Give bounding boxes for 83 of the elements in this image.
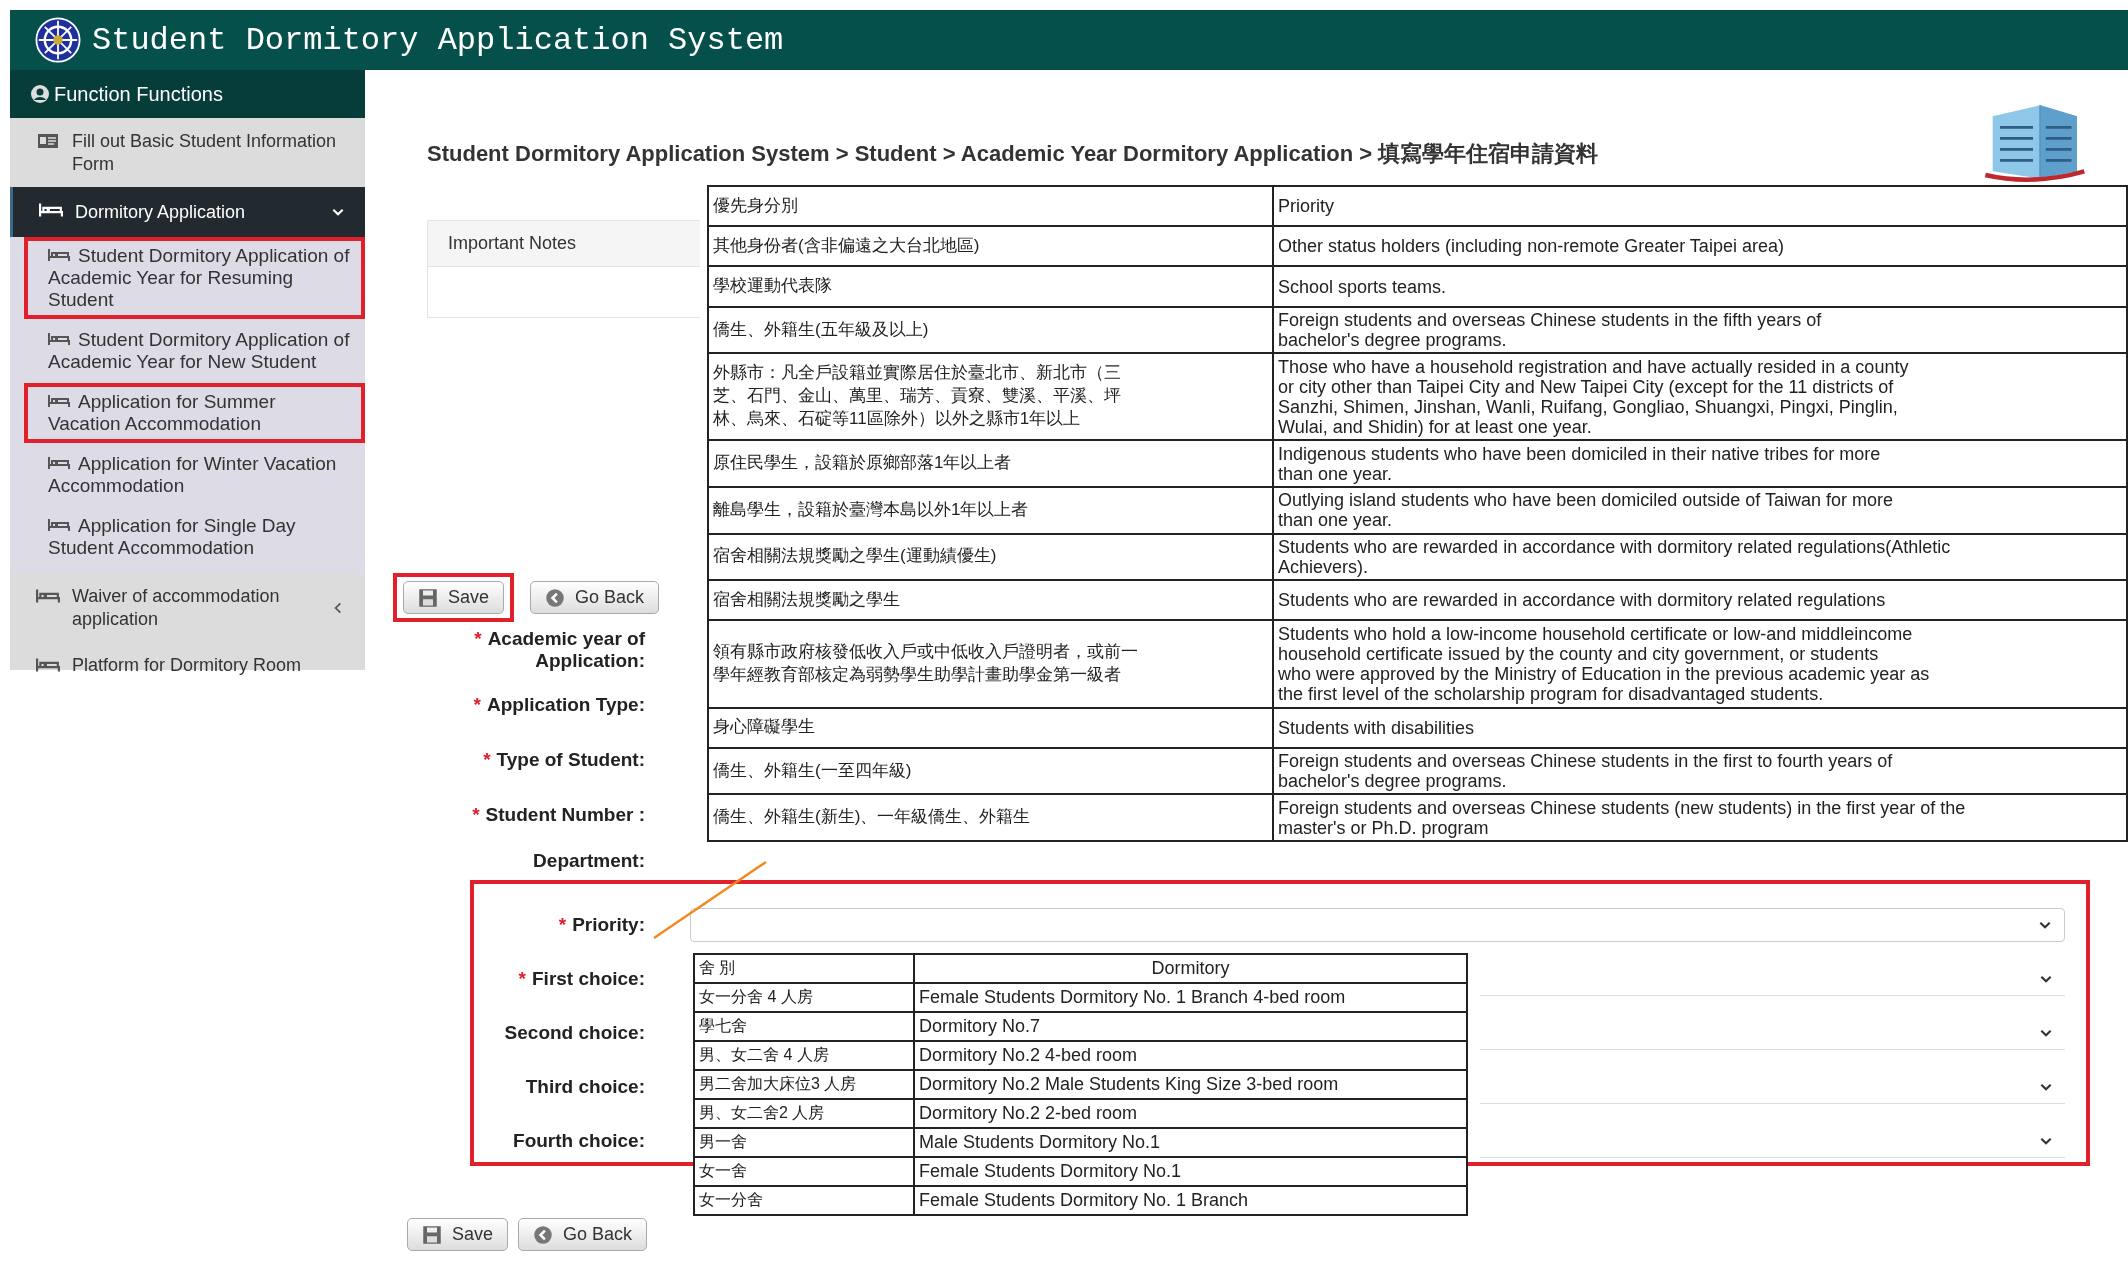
bed-icon xyxy=(48,456,70,470)
table-cell: Students with disabilities xyxy=(1273,707,2127,748)
id-card-icon xyxy=(36,133,60,149)
save-button[interactable]: Save xyxy=(403,581,505,614)
table-cell: 宿舍相關法規獎勵之學生(運動績優生) xyxy=(708,533,1273,581)
dropdown-field[interactable] xyxy=(690,908,2065,942)
table-cell: 男、女二舍2 人房 xyxy=(694,1099,914,1128)
table-cell: 原住民學生，設籍於原鄉部落1年以上者 xyxy=(708,440,1273,487)
table-cell: 女一舍 xyxy=(694,1157,914,1186)
sidebar-heading-text: Function Functions xyxy=(54,82,223,106)
table-cell: 男二舍加大床位3 人房 xyxy=(694,1070,914,1099)
table-cell: Dormitory No.7 xyxy=(914,1012,1467,1041)
table-cell: Foreign students and overseas Chinese students in the first to fourth years of bachelor's degree programs. xyxy=(1273,747,2127,795)
table-cell: Outlying island students who have been domiciled outside of Taiwan for more than one year. xyxy=(1273,487,2127,534)
table-cell: 其他身份者(含非偏遠之大台北地區) xyxy=(708,226,1273,267)
table-cell: Foreign students and overseas Chinese students in the fifth years of bachelor's degree programs. xyxy=(1273,306,2127,354)
notes-title: Important Notes xyxy=(428,221,700,267)
table-cell: Indigenous students who have been domiciled in their native tribes for more than one year. xyxy=(1273,440,2127,487)
field-label: * Type of Student: xyxy=(483,748,645,771)
bed-icon xyxy=(48,394,70,408)
table-cell: 男、女二舍 4 人房 xyxy=(694,1041,914,1070)
go-back-button[interactable]: Go Back xyxy=(530,581,660,614)
field-label: * Application Type: xyxy=(473,693,645,716)
field-label: * First choice: xyxy=(517,968,645,990)
submenu-item[interactable]: Application for Winter Vacation Accommodation xyxy=(24,445,365,505)
table-cell: 男一舍 xyxy=(694,1128,914,1157)
user-icon xyxy=(30,84,50,104)
bed-icon xyxy=(48,518,70,532)
bed-icon xyxy=(36,657,60,673)
submenu-item[interactable]: Application for Summer Vacation Accommodation xyxy=(24,383,365,443)
table-cell: Students who are rewarded in accordance with dormitory related regulations(Athletic Achievers). xyxy=(1273,533,2127,581)
save-button[interactable]: Save xyxy=(407,1218,509,1251)
table-cell: Male Students Dormitory No.1 xyxy=(914,1128,1467,1157)
table-cell: 學校運動代表隊 xyxy=(708,266,1273,307)
table-cell: 女一分舍 4 人房 xyxy=(694,983,914,1012)
menu-item[interactable]: Fill out Basic Student Information Form xyxy=(10,118,365,187)
table-cell: 宿舍相關法規獎勵之學生 xyxy=(708,580,1273,621)
breadcrumb: Student Dormitory Application System > Student > Academic Year Dormitory Application > 填寫學年住宿申請資料 xyxy=(427,140,1599,168)
field-label: * Student Number : xyxy=(472,803,645,826)
go-back-button[interactable]: Go Back xyxy=(518,1218,648,1251)
table-cell: 離島學生，設籍於臺灣本島以外1年以上者 xyxy=(708,487,1273,534)
submenu-item[interactable]: Student Dormitory Application of Academic Year for New Student xyxy=(24,321,365,381)
table-cell: 優先身分別 xyxy=(708,186,1273,227)
bed-icon xyxy=(48,248,70,262)
table-cell: Dormitory No.2 4-bed room xyxy=(914,1041,1467,1070)
table-cell: 僑生、外籍生(新生)、一年級僑生、外籍生 xyxy=(708,794,1273,841)
submenu-item[interactable]: Application for Single Day Student Accommodation xyxy=(24,507,365,567)
table-cell: Dormitory No.2 2-bed room xyxy=(914,1099,1467,1128)
table-cell: 僑生、外籍生(一至四年級) xyxy=(708,747,1273,795)
field-label: Department: xyxy=(533,850,645,872)
menu-group[interactable]: Dormitory Application xyxy=(10,187,365,237)
table-cell: Other status holders (including non-remote Greater Taipei area) xyxy=(1273,226,2127,267)
table-cell: 領有縣市政府核發低收入戶或中低收入戶證明者，或前一 學年經教育部核定為弱勢學生助學計畫助學金第一級者 xyxy=(708,620,1273,708)
table-cell: Those who have a household registration and have actually resided in a county or city other than Taipei City and New Taipei City (except for the 11 districts of Sanzhi, Shimen, Jinshan, Wanli, Ruifang, Gongliao, Shuangxi, Pingxi, Pinglin, Wulai, and Shidin) for at least one year. xyxy=(1273,353,2127,441)
table-cell: Dormitory No.2 Male Students King Size 3-bed room xyxy=(914,1070,1467,1099)
table-cell: 學七舍 xyxy=(694,1012,914,1041)
submenu-item[interactable]: Student Dormitory Application of Academic Year for Resuming Student xyxy=(24,237,365,319)
table-cell: Female Students Dormitory No.1 xyxy=(914,1157,1467,1186)
field-label: Second choice: xyxy=(503,1022,645,1044)
table-cell: Priority xyxy=(1273,186,2127,227)
menu-item[interactable]: Platform for Dormitory Room xyxy=(10,642,365,689)
bed-icon xyxy=(39,202,63,218)
table-cell: Students who hold a low-income household certificate or low-and middleincome household certificate issued by the county and city government, or students who were approved by the Ministry of Education in the previous academic year as the first level of the scholarship program for disadvantaged students. xyxy=(1273,620,2127,708)
table-cell: 身心障礙學生 xyxy=(708,707,1273,748)
emblem-logo-icon xyxy=(34,16,82,64)
menu-group[interactable]: Waiver of accommodation application xyxy=(10,573,365,642)
bed-icon xyxy=(36,588,60,604)
bed-icon xyxy=(48,332,70,346)
column-header: Dormitory xyxy=(914,954,1467,983)
table-cell: School sports teams. xyxy=(1273,266,2127,307)
table-cell: Female Students Dormitory No. 1 Branch 4-bed room xyxy=(914,983,1467,1012)
table-cell: Students who are rewarded in accordance with dormitory related regulations xyxy=(1273,580,2127,621)
table-cell: 外縣市：凡全戶設籍並實際居住於臺北市、新北市（三 芝、石門、金山、萬里、瑞芳、貢寮、雙溪、平溪、坪 林、烏來、石碇等11區除外）以外之縣市1年以上 xyxy=(708,353,1273,441)
field-label: Third choice: xyxy=(524,1076,645,1098)
table-cell: 僑生、外籍生(五年級及以上) xyxy=(708,306,1273,354)
table-cell: Foreign students and overseas Chinese students (new students) in the first year of the master's or Ph.D. program xyxy=(1273,794,2127,841)
column-header: 舍 別 xyxy=(694,954,914,983)
table-cell: Female Students Dormitory No. 1 Branch xyxy=(914,1186,1467,1215)
table-cell: 女一分舍 xyxy=(694,1186,914,1215)
field-label: Fourth choice: xyxy=(512,1130,645,1152)
field-label: * Priority: xyxy=(557,914,645,936)
app-title: Student Dormitory Application System xyxy=(92,21,784,59)
field-label: * Academic year of Application: xyxy=(473,627,645,672)
